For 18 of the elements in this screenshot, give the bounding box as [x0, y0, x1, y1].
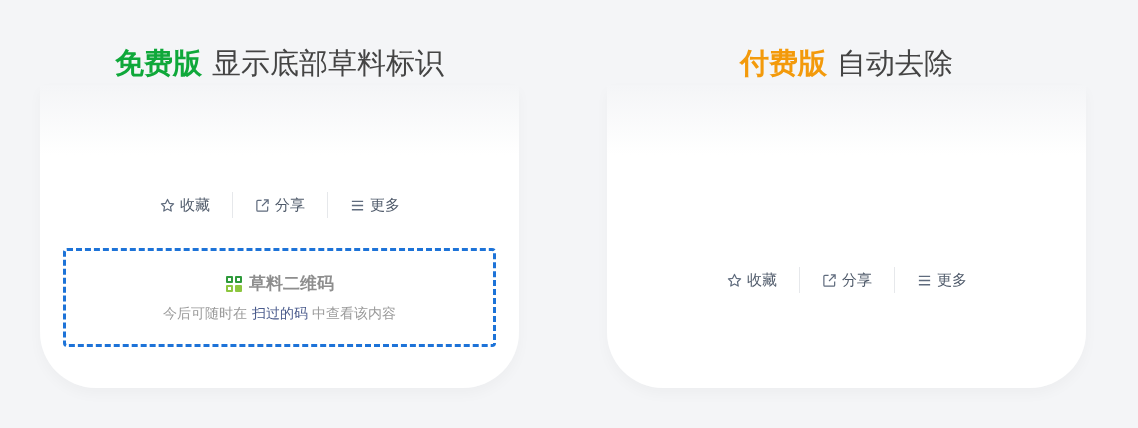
watermark-title: 草料二维码: [249, 272, 334, 295]
action-button[interactable]: 收藏: [137, 195, 232, 215]
qr-logo-icon: [225, 274, 243, 293]
hint-text: 今后可随时在 扫过的码 中查看该内容: [163, 305, 396, 323]
scanned-codes-link[interactable]: 扫过的码: [251, 305, 308, 321]
plan-description: 自动去除: [837, 44, 953, 82]
action-button[interactable]: 更多: [327, 195, 422, 215]
plan-description: 显示底部草料标识: [212, 44, 444, 82]
star-icon: [726, 272, 742, 288]
action-button[interactable]: 收藏: [704, 270, 799, 290]
star-icon: [159, 197, 175, 213]
action-button[interactable]: 分享: [232, 195, 327, 215]
plan-name: 付费版: [740, 44, 827, 82]
action-button[interactable]: 更多: [894, 270, 989, 290]
share-icon: [821, 272, 837, 288]
share-icon: [254, 197, 270, 213]
action-button[interactable]: 分享: [799, 270, 894, 290]
plan-name: 免费版: [115, 44, 202, 82]
